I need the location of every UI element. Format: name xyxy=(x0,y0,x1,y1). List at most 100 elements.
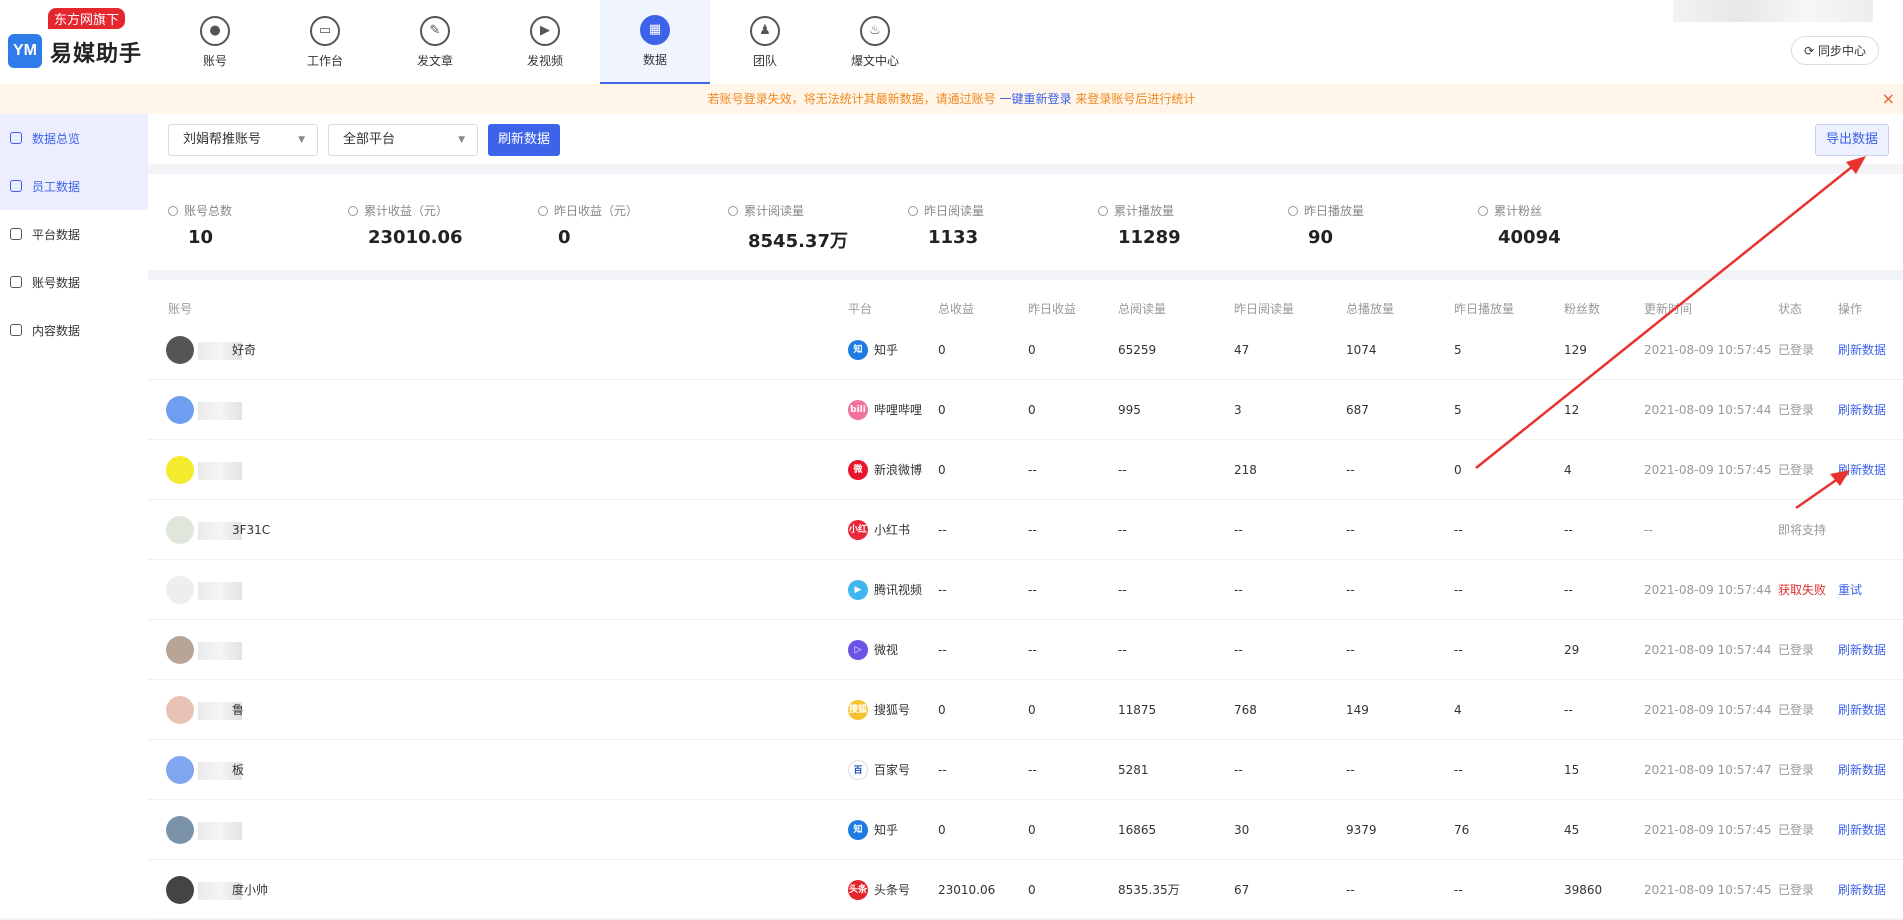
column-header: 状态 xyxy=(1778,302,1803,316)
row-action-link[interactable]: 刷新数据 xyxy=(1838,680,1886,740)
sidebar-item-label: 账号数据 xyxy=(32,275,81,290)
column-header: 总收益 xyxy=(938,302,975,316)
sidebar-item[interactable]: 内容数据 xyxy=(0,306,148,354)
platform-select[interactable]: 全部平台 ▼ xyxy=(328,124,478,156)
close-icon[interactable]: × xyxy=(1882,84,1895,114)
column-header: 总阅读量 xyxy=(1118,302,1167,316)
cell-fans: 29 xyxy=(1564,643,1580,657)
platform-name: 新浪微博 xyxy=(874,463,923,477)
cell-total_read: 8535.35万 xyxy=(1118,883,1180,897)
account-select[interactable]: 刘娟帮推账号 ▼ xyxy=(168,124,318,156)
platform-name: 知乎 xyxy=(874,823,899,837)
cell-y_read: 218 xyxy=(1234,463,1257,477)
table-row: 度小帅 头条 头条号 23010.06 0 8535.35万 67 -- -- 39860 2021… xyxy=(148,860,1903,920)
row-action-link[interactable]: 刷新数据 xyxy=(1838,620,1886,680)
row-action-link[interactable]: 刷新数据 xyxy=(1838,440,1886,500)
status-badge: 已登录 xyxy=(1778,463,1815,477)
cell-y_read: 768 xyxy=(1234,703,1257,717)
notice-text-2: 来登录账号后进行统计 xyxy=(1071,92,1196,106)
table-row: 好奇 知知乎 0 0 65259 47 1074 5 129 2021-08-09 10:57:4… xyxy=(148,320,1903,380)
refresh-data-button[interactable]: 刷新数据 xyxy=(488,124,561,156)
cell-total_read: 11875 xyxy=(1118,703,1157,717)
platform-name: 腾讯视频 xyxy=(874,583,923,597)
column-header: 昨日收益 xyxy=(1028,302,1077,316)
platform-name: 知乎 xyxy=(874,343,899,357)
row-action-link[interactable]: 刷新数据 xyxy=(1838,860,1886,920)
cell-fans: -- xyxy=(1564,583,1573,597)
nav-item[interactable]: ♨ 爆文中心 xyxy=(820,0,930,84)
platform-icon: 微 xyxy=(848,460,868,480)
platform-name: 头条号 xyxy=(874,883,911,897)
cell-fans: -- xyxy=(1564,523,1573,537)
platform-icon: 头条 xyxy=(848,880,868,900)
table-row: 微新浪微博 0 -- -- 218 -- 0 4 2021-08-09 10:57:45 已登录 刷… xyxy=(148,440,1903,500)
stat-value: 0 xyxy=(558,227,571,248)
table-row: 知知乎 0 0 16865 30 9379 76 45 2021-08-09 10:57:45 已… xyxy=(148,800,1903,860)
sidebar-item-label: 数据总览 xyxy=(32,131,81,146)
blurred-account-name xyxy=(198,402,242,420)
blurred-account-name xyxy=(198,462,242,480)
app-name: 易媒助手 xyxy=(50,42,143,67)
stat-card: 累计粉丝 40094 xyxy=(1478,202,1698,248)
row-action-link[interactable]: 刷新数据 xyxy=(1838,740,1886,800)
cell-y_read: 67 xyxy=(1234,883,1250,897)
row-action-link[interactable]: 刷新数据 xyxy=(1838,320,1886,380)
blurred-user-info xyxy=(1673,0,1873,22)
cell-fans: 39860 xyxy=(1564,883,1603,897)
row-action-link[interactable]: 刷新数据 xyxy=(1838,800,1886,860)
nav-label: 数据 xyxy=(642,52,667,67)
row-action-link[interactable]: 刷新数据 xyxy=(1838,380,1886,440)
stat-icon xyxy=(1288,205,1298,216)
blurred-account-name xyxy=(198,642,242,660)
nav-item[interactable]: ▶ 发视频 xyxy=(490,0,600,84)
nav-item[interactable]: ▭ 工作台 xyxy=(270,0,380,84)
platform-icon: ▶ xyxy=(848,580,868,600)
nav-icon: ● xyxy=(200,15,230,46)
cell-updated: 2021-08-09 10:57:45 xyxy=(1644,823,1772,837)
top-bar: 东方网旗下 YM 易媒助手 ● 账号 ▭ 工作台 ✎ 发文章 ▶ 发视频 ▦ 数据 ♟ 团队 ♨ 爆文中心… xyxy=(0,0,1903,84)
platform-icon: bili xyxy=(848,400,868,420)
stat-label-text: 昨日播放量 xyxy=(1304,204,1365,218)
sidebar-item[interactable]: 数据总览 xyxy=(0,114,148,162)
cell-total_income: 0 xyxy=(938,823,946,837)
cell-updated: 2021-08-09 10:57:44 xyxy=(1644,583,1772,597)
cell-total_read: -- xyxy=(1118,523,1127,537)
cell-y_play: 4 xyxy=(1454,703,1462,717)
stat-label-text: 昨日收益（元） xyxy=(554,204,639,218)
cell-y_income: 0 xyxy=(1028,823,1036,837)
platform-icon: 百 xyxy=(848,760,868,780)
sidebar-item[interactable]: 账号数据 xyxy=(0,258,148,306)
notice-text-1: 若账号登录失效，将无法统计其最新数据，请通过账号 xyxy=(707,92,1000,106)
nav-item[interactable]: ● 账号 xyxy=(160,0,270,84)
cell-y_play: 5 xyxy=(1454,403,1462,417)
nav-label: 工作台 xyxy=(306,53,343,68)
stat-icon xyxy=(1098,205,1108,216)
stat-icon xyxy=(348,205,358,216)
cell-total_income: 0 xyxy=(938,343,946,357)
cell-y_income: 0 xyxy=(1028,403,1036,417)
platform-name: 百家号 xyxy=(874,763,911,777)
cell-fans: 45 xyxy=(1564,823,1580,837)
row-action-link[interactable]: 重试 xyxy=(1838,560,1862,620)
sidebar-item[interactable]: 员工数据 xyxy=(0,162,148,210)
nav-item[interactable]: ✎ 发文章 xyxy=(380,0,490,84)
avatar xyxy=(166,816,194,844)
cell-y_income: -- xyxy=(1028,583,1037,597)
nav-item[interactable]: ▦ 数据 xyxy=(600,0,710,84)
export-data-button[interactable]: 导出数据 xyxy=(1814,124,1889,156)
app-logo[interactable]: 东方网旗下 YM 易媒助手 xyxy=(8,8,168,78)
cell-updated: 2021-08-09 10:57:45 xyxy=(1644,883,1772,897)
sync-center-button[interactable]: ⟳ 同步中心 xyxy=(1791,36,1879,65)
platform-icon: 搜狐 xyxy=(848,700,868,720)
column-header: 操作 xyxy=(1838,302,1863,316)
relogin-link[interactable]: 一键重新登录 xyxy=(999,92,1071,106)
cell-fans: 4 xyxy=(1564,463,1572,477)
chart-icon xyxy=(10,324,22,336)
cell-total_read: -- xyxy=(1118,643,1127,657)
cell-y_read: -- xyxy=(1234,523,1243,537)
nav-item[interactable]: ♟ 团队 xyxy=(710,0,820,84)
stat-value: 90 xyxy=(1308,227,1334,248)
cell-total_read: 995 xyxy=(1118,403,1141,417)
cell-y_play: -- xyxy=(1454,883,1463,897)
sidebar-item[interactable]: 平台数据 xyxy=(0,210,148,258)
